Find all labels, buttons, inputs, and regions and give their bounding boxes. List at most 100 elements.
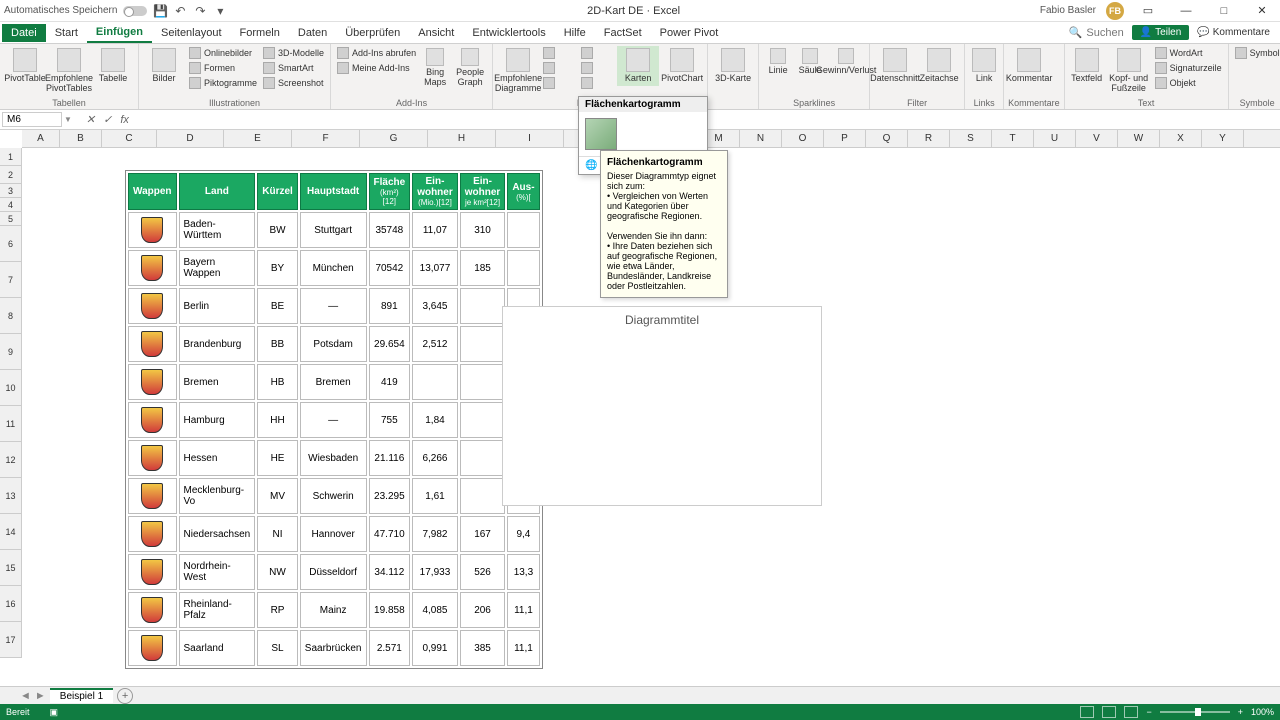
cell-einwohner-km[interactable]: 310 bbox=[460, 212, 506, 248]
cell-einwohner[interactable] bbox=[412, 364, 458, 400]
add-sheet-button[interactable]: + bbox=[117, 688, 133, 704]
chart-type-3[interactable] bbox=[541, 76, 577, 90]
row-header-3[interactable]: 3 bbox=[0, 184, 21, 198]
cell-hauptstadt[interactable]: Bremen bbox=[300, 364, 367, 400]
col-header-P[interactable]: P bbox=[824, 130, 866, 147]
row-header-13[interactable]: 13 bbox=[0, 478, 21, 514]
fx-icon[interactable]: fx bbox=[116, 114, 133, 126]
cell-wappen[interactable] bbox=[128, 440, 177, 476]
share-button[interactable]: 👤Teilen bbox=[1132, 25, 1190, 40]
wordart-button[interactable]: WordArt bbox=[1153, 46, 1224, 60]
cell-land[interactable]: Hamburg bbox=[179, 402, 256, 438]
cell-einwohner-km[interactable]: 185 bbox=[460, 250, 506, 286]
cell-wappen[interactable] bbox=[128, 630, 177, 666]
cell-einwohner-km[interactable] bbox=[460, 478, 506, 514]
row-header-4[interactable]: 4 bbox=[0, 198, 21, 212]
cell-einwohner-km[interactable] bbox=[460, 440, 506, 476]
sheet-tab[interactable]: Beispiel 1 bbox=[50, 688, 113, 703]
formen-button[interactable]: Formen bbox=[187, 61, 259, 75]
cell-einwohner-km[interactable]: 526 bbox=[460, 554, 506, 590]
chart-type-5[interactable] bbox=[579, 61, 615, 75]
col-header-S[interactable]: S bbox=[950, 130, 992, 147]
view-normal-icon[interactable] bbox=[1080, 706, 1094, 718]
row-header-2[interactable]: 2 bbox=[0, 166, 21, 184]
col-header-Y[interactable]: Y bbox=[1202, 130, 1244, 147]
cell-einwohner-km[interactable] bbox=[460, 402, 506, 438]
tab-powerpivot[interactable]: Power Pivot bbox=[651, 24, 728, 42]
col-header-H[interactable]: H bbox=[428, 130, 496, 147]
zoom-in-icon[interactable]: + bbox=[1238, 707, 1243, 717]
cell-einwohner-km[interactable]: 206 bbox=[460, 592, 506, 628]
row-header-16[interactable]: 16 bbox=[0, 586, 21, 622]
col-header-A[interactable]: A bbox=[22, 130, 60, 147]
cell-kurzel[interactable]: BY bbox=[257, 250, 298, 286]
bilder-button[interactable]: Bilder bbox=[143, 46, 185, 86]
table-row[interactable]: Bremen HB Bremen 419 bbox=[128, 364, 540, 400]
cell-flache[interactable]: 2.571 bbox=[369, 630, 411, 666]
comments-button[interactable]: 💬Kommentare bbox=[1197, 27, 1270, 38]
pivotchart-button[interactable]: PivotChart bbox=[661, 46, 703, 86]
sparkline-linie[interactable]: Linie bbox=[763, 46, 793, 78]
col-header-B[interactable]: B bbox=[60, 130, 102, 147]
onlinebilder-button[interactable]: Onlinebilder bbox=[187, 46, 259, 60]
cell-flache[interactable]: 35748 bbox=[369, 212, 411, 248]
cell-einwohner[interactable]: 7,982 bbox=[412, 516, 458, 552]
cell-flache[interactable]: 755 bbox=[369, 402, 411, 438]
cell-land[interactable]: Baden-Württem bbox=[179, 212, 256, 248]
piktogramme-button[interactable]: Piktogramme bbox=[187, 76, 259, 90]
tab-formeln[interactable]: Formeln bbox=[231, 24, 289, 42]
col-header-E[interactable]: E bbox=[224, 130, 292, 147]
tab-einfugen[interactable]: Einfügen bbox=[87, 23, 152, 43]
kopfzeile-button[interactable]: Kopf- und Fußzeile bbox=[1107, 46, 1151, 96]
signatur-button[interactable]: Signaturzeile bbox=[1153, 61, 1224, 75]
smartart-button[interactable]: SmartArt bbox=[261, 61, 326, 75]
cell-hauptstadt[interactable]: Saarbrücken bbox=[300, 630, 367, 666]
chart-type-4[interactable] bbox=[579, 46, 615, 60]
cell-land[interactable]: Mecklenburg-Vo bbox=[179, 478, 256, 514]
cell-einwohner[interactable]: 11,07 bbox=[412, 212, 458, 248]
ribbon-mode-icon[interactable]: ▭ bbox=[1134, 1, 1162, 21]
cell-kurzel[interactable]: NW bbox=[257, 554, 298, 590]
table-row[interactable]: Baden-Württem BW Stuttgart 35748 11,07 3… bbox=[128, 212, 540, 248]
row-header-6[interactable]: 6 bbox=[0, 226, 21, 262]
row-header-8[interactable]: 8 bbox=[0, 298, 21, 334]
cell-hauptstadt[interactable]: Wiesbaden bbox=[300, 440, 367, 476]
3dmodelle-button[interactable]: 3D-Modelle bbox=[261, 46, 326, 60]
cell-wappen[interactable] bbox=[128, 288, 177, 324]
empf-pivot-button[interactable]: Empfohlene PivotTables bbox=[48, 46, 90, 96]
cell-wappen[interactable] bbox=[128, 478, 177, 514]
cell-wappen[interactable] bbox=[128, 326, 177, 362]
chart-type-2[interactable] bbox=[541, 61, 577, 75]
tab-entwickler[interactable]: Entwicklertools bbox=[463, 24, 554, 42]
maximize-icon[interactable]: □ bbox=[1210, 1, 1238, 21]
col-header-T[interactable]: T bbox=[992, 130, 1034, 147]
datenschnitt-button[interactable]: Datenschnitt bbox=[874, 46, 916, 86]
cell-land[interactable]: Rheinland-Pfalz bbox=[179, 592, 256, 628]
cell-kurzel[interactable]: BE bbox=[257, 288, 298, 324]
cell-wappen[interactable] bbox=[128, 592, 177, 628]
col-header-R[interactable]: R bbox=[908, 130, 950, 147]
col-header-N[interactable]: N bbox=[740, 130, 782, 147]
table-row[interactable]: Nordrhein-West NW Düsseldorf 34.112 17,9… bbox=[128, 554, 540, 590]
cell-flache[interactable]: 19.858 bbox=[369, 592, 411, 628]
row-header-12[interactable]: 12 bbox=[0, 442, 21, 478]
tab-datei[interactable]: Datei bbox=[2, 24, 46, 42]
pivottable-button[interactable]: PivotTable bbox=[4, 46, 46, 86]
map-chart-thumbnail[interactable] bbox=[585, 118, 617, 150]
tab-factset[interactable]: FactSet bbox=[595, 24, 651, 42]
col-header-U[interactable]: U bbox=[1034, 130, 1076, 147]
cell-wappen[interactable] bbox=[128, 402, 177, 438]
col-header-W[interactable]: W bbox=[1118, 130, 1160, 147]
cell-einwohner[interactable]: 1,84 bbox=[412, 402, 458, 438]
table-row[interactable]: Niedersachsen NI Hannover 47.710 7,982 1… bbox=[128, 516, 540, 552]
tab-daten[interactable]: Daten bbox=[289, 24, 336, 42]
cell-kurzel[interactable]: BB bbox=[257, 326, 298, 362]
name-box[interactable] bbox=[2, 112, 62, 127]
3dkarte-button[interactable]: 3D-Karte bbox=[712, 46, 754, 86]
cell-einwohner[interactable]: 0,991 bbox=[412, 630, 458, 666]
people-graph-button[interactable]: People Graph bbox=[452, 46, 488, 90]
undo-icon[interactable]: ↶ bbox=[173, 4, 187, 18]
chart-preview[interactable]: Diagrammtitel bbox=[502, 306, 822, 506]
chart-type-6[interactable] bbox=[579, 76, 615, 90]
cell-hauptstadt[interactable]: Mainz bbox=[300, 592, 367, 628]
